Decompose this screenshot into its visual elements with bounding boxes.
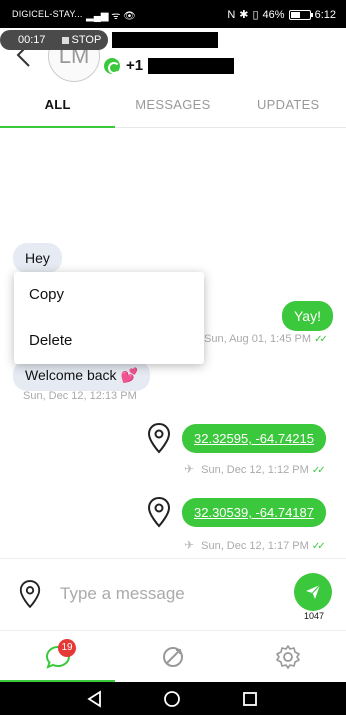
- tab-updates[interactable]: UPDATES: [231, 84, 346, 127]
- nav-chats[interactable]: 19: [0, 631, 115, 683]
- message-yay[interactable]: Yay!: [282, 301, 333, 331]
- signal-wifi-icon: ▂▄▆ ᯤ 👁: [86, 11, 136, 22]
- carrier-label: DIGICEL-STAY...: [12, 9, 83, 19]
- location-pin-icon: [147, 422, 171, 454]
- message-yay-time: Sun, Aug 01, 1:45 PM ✓✓: [204, 333, 328, 345]
- menu-item-copy[interactable]: Copy: [14, 272, 204, 318]
- message-welcome[interactable]: Welcome back 💕: [13, 360, 150, 391]
- redacted-phone: [148, 58, 234, 74]
- home-circle-icon[interactable]: [163, 690, 181, 708]
- nfc-icon: N: [227, 8, 236, 21]
- location-message-1[interactable]: 32.32595, -64.74215: [182, 424, 326, 453]
- message-composer: 1047: [0, 558, 346, 630]
- status-right: N ✱ ▯ 46% 6:12: [227, 8, 336, 22]
- bluetooth-icon: ✱: [239, 9, 249, 21]
- clock: 6:12: [314, 8, 336, 21]
- message-input[interactable]: [60, 579, 280, 609]
- read-ticks-icon: ✓✓: [314, 334, 328, 345]
- nav-updates[interactable]: [115, 631, 230, 683]
- recording-stop-button[interactable]: STOP: [61, 34, 102, 46]
- timestamp: Sun, Dec 12, 1:12 PM: [201, 464, 309, 476]
- send-icon: [306, 584, 321, 599]
- timestamp: Sun, Aug 01, 1:45 PM: [204, 333, 312, 345]
- online-status-icon: [102, 56, 122, 76]
- system-nav-bar: [0, 682, 346, 715]
- status-bar: DIGICEL-STAY... ▂▄▆ ᯤ 👁 N ✱ ▯ 46% 6:12: [0, 0, 346, 28]
- send-button[interactable]: [294, 573, 332, 611]
- stop-icon: [61, 36, 69, 44]
- vibrate-icon: ▯: [252, 9, 259, 21]
- filter-tabs: ALL MESSAGES UPDATES: [0, 84, 346, 128]
- recents-square-icon[interactable]: [241, 690, 259, 708]
- bottom-nav: 19: [0, 630, 346, 683]
- location-2-time: ✈ Sun, Dec 12, 1:17 PM ✓✓: [184, 538, 326, 552]
- read-ticks-icon: ✓✓: [311, 465, 326, 476]
- heart-emoji-icon: 💕: [120, 367, 138, 383]
- read-ticks-icon: ✓✓: [311, 541, 326, 552]
- unread-badge: 19: [58, 639, 76, 657]
- message-welcome-time: Sun, Dec 12, 12:13 PM: [23, 390, 137, 402]
- location-pin-icon: [147, 496, 171, 528]
- message-hey[interactable]: Hey: [13, 243, 62, 273]
- message-text: Welcome back: [25, 367, 117, 383]
- satellite-icon: ✈: [184, 538, 195, 552]
- screen: DIGICEL-STAY... ▂▄▆ ᯤ 👁 N ✱ ▯ 46% 6:12 L…: [0, 0, 346, 715]
- contact-phone: +1: [126, 57, 144, 74]
- character-count: 1047: [303, 611, 325, 621]
- recording-pill: 00:17 STOP: [0, 30, 108, 50]
- tab-all[interactable]: ALL: [0, 84, 116, 128]
- context-menu: Copy Delete: [14, 272, 204, 364]
- satellite-icon: [162, 647, 183, 667]
- location-1-time: ✈ Sun, Dec 12, 1:12 PM ✓✓: [184, 462, 326, 476]
- menu-item-delete[interactable]: Delete: [14, 318, 204, 364]
- tab-messages[interactable]: MESSAGES: [115, 84, 230, 127]
- back-triangle-icon[interactable]: [86, 690, 104, 708]
- gear-icon: [275, 645, 300, 669]
- battery-percent: 46%: [262, 8, 285, 21]
- redacted-name: [112, 32, 218, 48]
- battery-icon: [288, 9, 313, 20]
- timestamp: Sun, Dec 12, 1:17 PM: [201, 540, 309, 552]
- stop-label: STOP: [71, 34, 102, 46]
- nav-settings[interactable]: [230, 631, 345, 683]
- location-pin-icon[interactable]: [18, 579, 42, 609]
- location-message-2[interactable]: 32.30539, -64.74187: [182, 498, 326, 527]
- satellite-icon: ✈: [184, 462, 195, 476]
- recording-time: 00:17: [18, 34, 46, 46]
- chat-header: LM 00:17 STOP +1: [0, 28, 346, 84]
